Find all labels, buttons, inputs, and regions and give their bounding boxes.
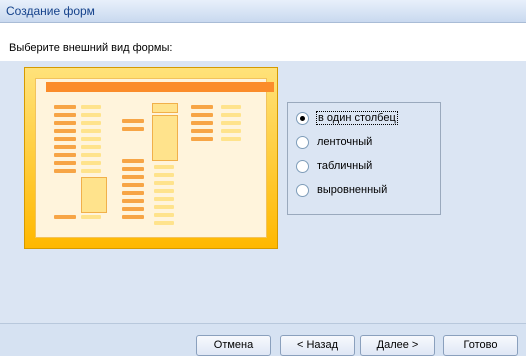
preview-field bbox=[54, 137, 76, 141]
radio-button-tabular[interactable] bbox=[296, 135, 309, 149]
option-datasheet[interactable]: табличный bbox=[296, 159, 372, 173]
preview-field bbox=[54, 161, 76, 165]
preview-field bbox=[54, 129, 76, 133]
window-title: Создание форм bbox=[6, 4, 95, 18]
preview-field bbox=[191, 113, 213, 117]
layout-preview bbox=[24, 67, 278, 249]
back-button[interactable]: < Назад bbox=[280, 335, 355, 356]
preview-field bbox=[81, 169, 101, 173]
preview-field bbox=[81, 161, 101, 165]
preview-field bbox=[154, 205, 174, 209]
preview-field bbox=[54, 169, 76, 173]
preview-field-box bbox=[152, 103, 178, 113]
preview-field bbox=[154, 173, 174, 177]
preview-field bbox=[122, 183, 144, 187]
option-label: табличный bbox=[317, 160, 373, 172]
preview-field bbox=[54, 215, 76, 219]
preview-field bbox=[81, 113, 101, 117]
prompt-label: Выберите внешний вид формы: bbox=[9, 42, 173, 54]
title-bar: Создание форм bbox=[0, 0, 526, 23]
preview-field bbox=[81, 137, 101, 141]
preview-field bbox=[221, 129, 241, 133]
preview-field bbox=[122, 127, 144, 131]
preview-field bbox=[191, 137, 213, 141]
preview-field bbox=[191, 121, 213, 125]
preview-field bbox=[122, 207, 144, 211]
preview-field bbox=[54, 121, 76, 125]
preview-field bbox=[154, 213, 174, 217]
preview-field bbox=[191, 105, 213, 109]
button-divider bbox=[0, 323, 526, 324]
preview-field bbox=[54, 105, 76, 109]
option-label: в один столбец bbox=[316, 111, 398, 125]
preview-field bbox=[122, 175, 144, 179]
preview-field bbox=[154, 189, 174, 193]
radio-button-columnar[interactable] bbox=[296, 111, 309, 125]
preview-canvas bbox=[35, 78, 274, 238]
preview-field bbox=[154, 221, 174, 225]
option-tabular[interactable]: ленточный bbox=[296, 135, 372, 149]
radio-button-datasheet[interactable] bbox=[296, 159, 309, 173]
option-label: выровненный bbox=[317, 184, 388, 196]
finish-button[interactable]: Готово bbox=[443, 335, 518, 356]
preview-field bbox=[122, 119, 144, 123]
preview-field bbox=[81, 215, 101, 219]
form-wizard-window: Создание форм Выберите внешний вид формы… bbox=[0, 0, 526, 356]
option-justified[interactable]: выровненный bbox=[296, 183, 387, 197]
layout-options-group: в один столбец ленточный табличный выров… bbox=[287, 102, 441, 215]
preview-field bbox=[191, 129, 213, 133]
preview-field bbox=[122, 167, 144, 171]
cancel-button[interactable]: Отмена bbox=[196, 335, 271, 356]
preview-field bbox=[221, 113, 241, 117]
preview-field bbox=[54, 145, 76, 149]
preview-field bbox=[122, 159, 144, 163]
preview-field bbox=[54, 113, 76, 117]
preview-field bbox=[154, 197, 174, 201]
preview-field bbox=[81, 121, 101, 125]
preview-field bbox=[221, 121, 241, 125]
preview-memo-field bbox=[81, 177, 107, 213]
preview-field bbox=[122, 215, 144, 219]
preview-field bbox=[122, 199, 144, 203]
radio-button-justified[interactable] bbox=[296, 183, 309, 197]
preview-header-bar bbox=[46, 82, 274, 92]
wizard-header: Выберите внешний вид формы: bbox=[0, 23, 526, 61]
preview-field bbox=[221, 105, 241, 109]
preview-field bbox=[154, 165, 174, 169]
next-button[interactable]: Далее > bbox=[360, 335, 435, 356]
option-label: ленточный bbox=[317, 136, 373, 148]
preview-field bbox=[154, 181, 174, 185]
preview-field bbox=[54, 153, 76, 157]
preview-field bbox=[221, 137, 241, 141]
preview-memo-field bbox=[152, 115, 178, 161]
option-columnar[interactable]: в один столбец bbox=[296, 111, 398, 125]
preview-field bbox=[81, 145, 101, 149]
preview-field bbox=[81, 129, 101, 133]
preview-field bbox=[122, 191, 144, 195]
preview-field bbox=[81, 153, 101, 157]
preview-field bbox=[81, 105, 101, 109]
